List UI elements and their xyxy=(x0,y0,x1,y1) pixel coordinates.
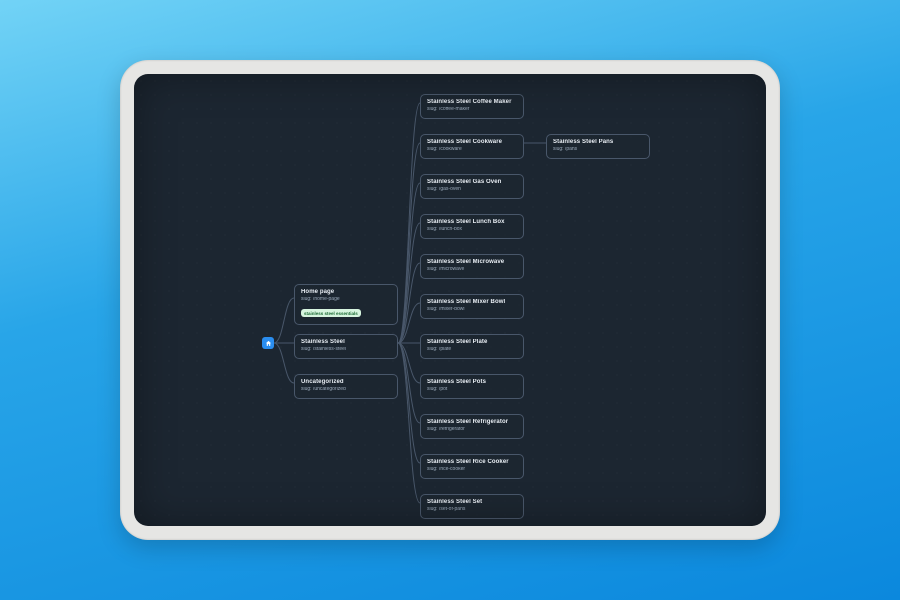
tablet-frame: Stainless Steel Coffee Maker slug: /coffe… xyxy=(120,60,780,540)
node-title: Stainless Steel xyxy=(301,339,391,345)
sitemap-node-uncategorized[interactable]: Uncategorized slug: /uncategorized xyxy=(294,374,398,399)
node-title: Stainless Steel Refrigerator xyxy=(427,419,517,425)
node-title: Uncategorized xyxy=(301,379,391,385)
node-slug: slug: /uncategorized xyxy=(301,387,391,392)
node-slug: slug: /lunch-box xyxy=(427,227,517,232)
node-slug: slug: /set-of-pans xyxy=(427,507,517,512)
sitemap-node-level2[interactable]: Stainless Steel Microwave slug: /microwav… xyxy=(420,254,524,279)
node-title: Stainless Steel Set xyxy=(427,499,517,505)
node-slug: slug: /microwave xyxy=(427,267,517,272)
sitemap-node-level2[interactable]: Stainless Steel Lunch Box slug: /lunch-bo… xyxy=(420,214,524,239)
node-slug: slug: /coffee-maker xyxy=(427,107,517,112)
node-slug: slug: /pot xyxy=(427,387,517,392)
node-title: Stainless Steel Rice Cooker xyxy=(427,459,517,465)
node-title: Stainless Steel Pots xyxy=(427,379,517,385)
sitemap-node-level2[interactable]: Stainless Steel Plate slug: /plate xyxy=(420,334,524,359)
sitemap-node-level2[interactable]: Stainless Steel Cookware slug: /cookware xyxy=(420,134,524,159)
sitemap-node-level2[interactable]: Stainless Steel Set slug: /set-of-pans xyxy=(420,494,524,519)
sitemap-node-level2[interactable]: Stainless Steel Mixer Bowl slug: /mixer-b… xyxy=(420,294,524,319)
sitemap-screen: Stainless Steel Coffee Maker slug: /coffe… xyxy=(134,74,766,526)
node-slug: slug: /refrigerator xyxy=(427,427,517,432)
sitemap-node-stainless-steel[interactable]: Stainless Steel slug: /stainless-steel xyxy=(294,334,398,359)
node-slug: slug: /plate xyxy=(427,347,517,352)
node-title: Stainless Steel Microwave xyxy=(427,259,517,265)
node-title: Stainless Steel Plate xyxy=(427,339,517,345)
sitemap-node-level3[interactable]: Stainless Steel Pans slug: /pans xyxy=(546,134,650,159)
node-slug: slug: /cookware xyxy=(427,147,517,152)
sitemap-node-level2[interactable]: Stainless Steel Pots slug: /pot xyxy=(420,374,524,399)
node-badge: stainless steel essentials xyxy=(301,309,361,317)
sitemap-node-level2[interactable]: Stainless Steel Rice Cooker slug: /rice-c… xyxy=(420,454,524,479)
node-title: Stainless Steel Lunch Box xyxy=(427,219,517,225)
node-slug: slug: /pans xyxy=(553,147,643,152)
sitemap-node-level2[interactable]: Stainless Steel Coffee Maker slug: /coffe… xyxy=(420,94,524,119)
node-title: Stainless Steel Pans xyxy=(553,139,643,145)
node-slug: slug: /mixer-bowl xyxy=(427,307,517,312)
sitemap-node-level2[interactable]: Stainless Steel Refrigerator slug: /refri… xyxy=(420,414,524,439)
home-icon xyxy=(265,340,272,347)
sitemap-canvas[interactable]: Stainless Steel Coffee Maker slug: /coffe… xyxy=(134,74,766,526)
node-title: Stainless Steel Mixer Bowl xyxy=(427,299,517,305)
node-title: Stainless Steel Cookware xyxy=(427,139,517,145)
sitemap-node-home-page[interactable]: Home page slug: /home-page stainless steel… xyxy=(294,284,398,325)
sitemap-node-level2[interactable]: Stainless Steel Gas Oven slug: /gas-oven xyxy=(420,174,524,199)
root-home-chip[interactable] xyxy=(262,337,274,349)
node-slug: slug: /stainless-steel xyxy=(301,347,391,352)
node-slug: slug: /home-page xyxy=(301,297,391,302)
node-slug: slug: /rice-cooker xyxy=(427,467,517,472)
node-slug: slug: /gas-oven xyxy=(427,187,517,192)
node-title: Stainless Steel Coffee Maker xyxy=(427,99,517,105)
node-title: Home page xyxy=(301,289,391,295)
node-title: Stainless Steel Gas Oven xyxy=(427,179,517,185)
